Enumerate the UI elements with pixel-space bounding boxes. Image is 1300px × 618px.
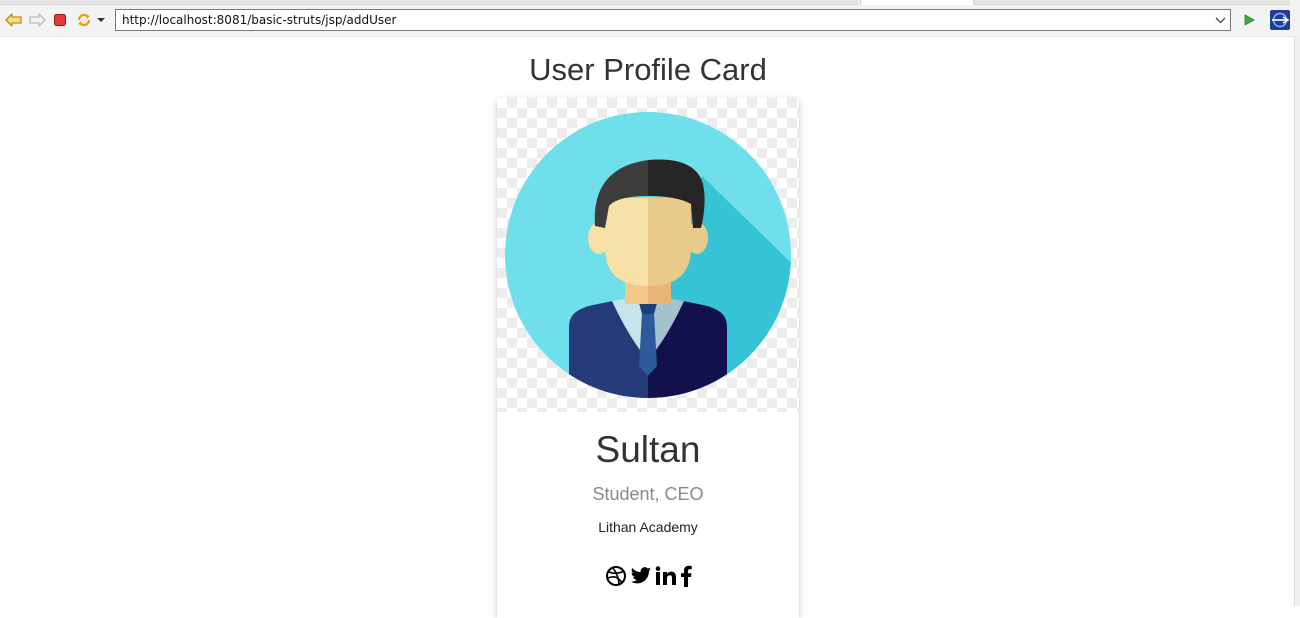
dribbble-link[interactable] [605, 564, 627, 588]
profile-card: Sultan Student, CEO Lithan Academy [497, 98, 799, 618]
tab-strip [0, 0, 1300, 5]
browser-logo-icon [1270, 10, 1290, 30]
go-button[interactable] [1239, 10, 1259, 30]
profile-organization: Lithan Academy [598, 519, 698, 535]
profile-name: Sultan [595, 429, 701, 470]
url-text: http://localhost:8081/basic-struts/jsp/a… [122, 13, 397, 27]
url-dropdown-button[interactable] [1213, 13, 1227, 27]
stop-button[interactable] [50, 10, 70, 30]
menu-dropdown-button[interactable] [93, 10, 109, 30]
menu-dropdown-icon [97, 18, 105, 22]
linkedin-icon [655, 566, 676, 585]
twitter-link[interactable] [630, 564, 652, 588]
refresh-button[interactable] [74, 10, 94, 30]
linkedin-link[interactable] [655, 564, 677, 588]
user-avatar-icon [505, 112, 791, 398]
back-button[interactable] [4, 10, 24, 30]
profile-role: Student, CEO [592, 484, 704, 504]
tab-inactive[interactable] [974, 0, 1290, 5]
forward-button[interactable] [27, 10, 47, 30]
page-title: User Profile Card [529, 52, 767, 87]
go-icon [1244, 14, 1255, 26]
stop-icon [54, 14, 66, 26]
dribbble-icon [605, 566, 626, 586]
facebook-icon [680, 565, 692, 587]
browser-toolbar: http://localhost:8081/basic-struts/jsp/a… [0, 0, 1300, 37]
refresh-icon [77, 13, 91, 27]
address-bar[interactable]: http://localhost:8081/basic-struts/jsp/a… [115, 9, 1231, 31]
tab-active[interactable] [860, 0, 974, 5]
facebook-link[interactable] [680, 564, 692, 588]
forward-icon [29, 13, 46, 27]
window-edge [1294, 36, 1300, 606]
url-dropdown-icon [1215, 17, 1225, 23]
avatar [497, 98, 799, 412]
twitter-icon [630, 567, 651, 584]
back-icon [5, 13, 22, 27]
social-links [497, 564, 799, 588]
tab-inactive[interactable] [0, 0, 858, 5]
browser-logo-button[interactable] [1269, 9, 1291, 31]
